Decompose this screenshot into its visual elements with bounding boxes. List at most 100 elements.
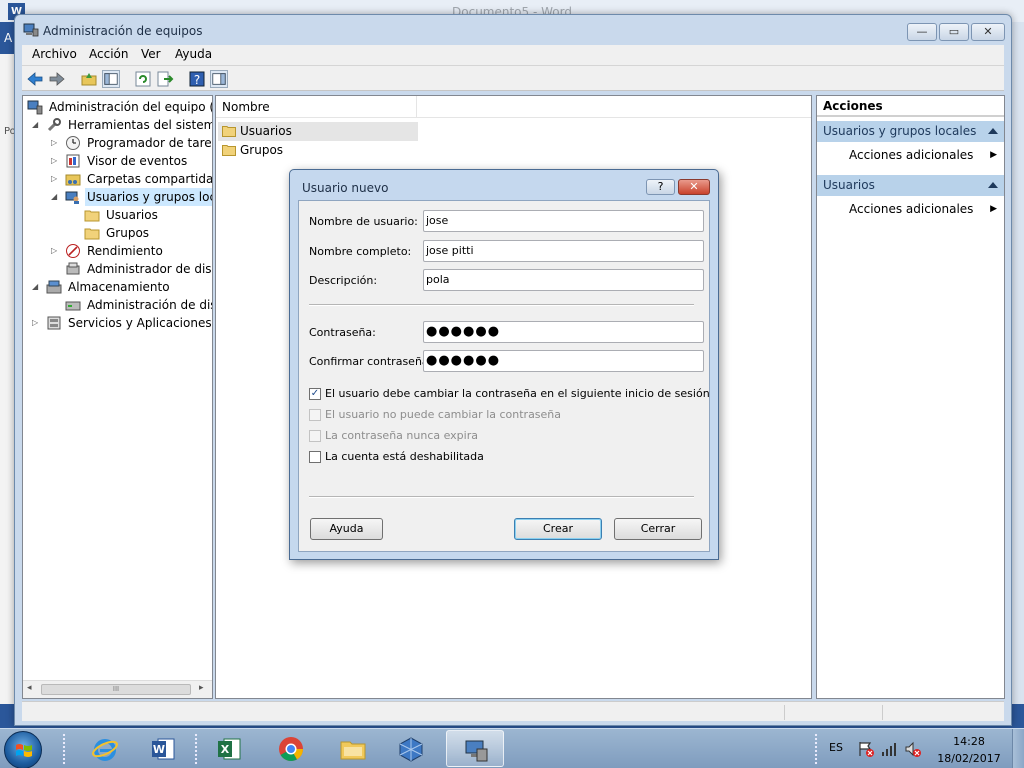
performance-icon xyxy=(66,244,80,258)
help-button[interactable]: Ayuda xyxy=(310,518,383,540)
confirm-password-field[interactable]: ●●●●●● xyxy=(423,350,704,372)
console-tree: Administración del equipo (local) ◢ Herr… xyxy=(22,95,213,699)
collapse-icon[interactable] xyxy=(988,182,998,188)
checkbox-box[interactable] xyxy=(309,409,321,421)
expand-arrow-icon[interactable]: ▷ xyxy=(51,134,57,152)
collapse-arrow-icon[interactable]: ◢ xyxy=(51,188,57,206)
collapse-icon[interactable] xyxy=(988,128,998,134)
checkbox-box[interactable] xyxy=(309,430,321,442)
computer-management-icon xyxy=(27,100,43,115)
collapse-arrow-icon[interactable]: ◢ xyxy=(32,278,38,296)
computer-management-icon xyxy=(23,23,39,37)
svg-text:X: X xyxy=(221,743,230,756)
checkbox-cannot-change-password[interactable]: El usuario no puede cambiar la contraseñ… xyxy=(309,407,569,423)
horizontal-scrollbar[interactable]: ◂ III ▸ xyxy=(23,680,212,698)
dialog-close-button[interactable]: ✕ xyxy=(678,179,710,195)
list-item-label: Grupos xyxy=(240,143,284,157)
checkbox-box[interactable]: ✓ xyxy=(309,388,321,400)
expand-arrow-icon[interactable]: ▷ xyxy=(51,170,57,188)
virtualbox-icon xyxy=(399,737,423,762)
checkbox-password-never-expires[interactable]: La contraseña nunca expira xyxy=(309,428,509,444)
username-field[interactable]: jose xyxy=(423,210,704,232)
taskbar-internet-explorer[interactable] xyxy=(76,730,134,767)
taskbar-grip xyxy=(62,733,66,765)
action-more-actions[interactable]: Acciones adicionales ▶ xyxy=(849,199,999,219)
confirm-password-label: Confirmar contraseña: xyxy=(309,355,433,368)
clock-time[interactable]: 14:28 xyxy=(940,735,998,748)
create-button[interactable]: Crear xyxy=(514,518,602,540)
dialog-help-button[interactable]: ? xyxy=(646,179,675,195)
taskbar-excel[interactable]: X xyxy=(200,730,258,767)
menu-accion[interactable]: Acción xyxy=(89,47,128,61)
actions-group-label: Usuarios y grupos locales xyxy=(823,124,977,138)
checkbox-account-disabled[interactable]: La cuenta está deshabilitada xyxy=(309,449,509,465)
expand-arrow-icon[interactable]: ▷ xyxy=(51,242,57,260)
export-list-icon[interactable] xyxy=(156,70,174,88)
minimize-button[interactable]: — xyxy=(907,23,937,41)
scroll-left-icon[interactable]: ◂ xyxy=(27,683,32,693)
back-arrow-icon[interactable] xyxy=(26,70,44,88)
menu-archivo[interactable]: Archivo xyxy=(32,47,77,61)
taskbar-word[interactable]: W xyxy=(134,730,192,767)
column-header-nombre[interactable]: Nombre xyxy=(216,96,417,118)
password-field[interactable]: ●●●●●● xyxy=(423,321,704,343)
action-label: Acciones adicionales xyxy=(849,202,974,216)
actions-group-users[interactable]: Usuarios xyxy=(817,175,1004,196)
show-desktop-button[interactable] xyxy=(1012,729,1024,768)
tree-label: Grupos xyxy=(106,226,150,240)
word-icon: W xyxy=(152,738,175,760)
volume-muted-icon[interactable] xyxy=(904,740,922,758)
network-signal-icon[interactable] xyxy=(880,740,898,758)
maximize-button[interactable]: ▭ xyxy=(939,23,969,41)
taskbar-grip xyxy=(814,733,818,765)
scroll-right-icon[interactable]: ▸ xyxy=(199,683,204,693)
forward-arrow-icon[interactable] xyxy=(48,70,66,88)
start-button[interactable] xyxy=(4,731,42,768)
tree-label: Carpetas compartidas xyxy=(87,172,213,186)
action-center-flag-icon[interactable] xyxy=(857,740,875,758)
language-indicator[interactable]: ES xyxy=(829,741,843,754)
close-button[interactable]: ✕ xyxy=(971,23,1005,41)
refresh-icon[interactable] xyxy=(134,70,152,88)
description-field[interactable]: pola xyxy=(423,269,704,291)
show-action-pane-icon[interactable] xyxy=(210,70,228,88)
action-more-actions[interactable]: Acciones adicionales ▶ xyxy=(849,145,999,165)
show-hide-tree-icon[interactable] xyxy=(102,70,120,88)
shared-folder-icon xyxy=(65,174,81,186)
close-dialog-button[interactable]: Cerrar xyxy=(614,518,702,540)
menu-ayuda[interactable]: Ayuda xyxy=(175,47,212,61)
actions-pane: Acciones Usuarios y grupos locales Accio… xyxy=(816,95,1005,699)
chrome-icon xyxy=(279,737,303,762)
checkbox-must-change-password[interactable]: ✓ El usuario debe cambiar la contraseña … xyxy=(309,386,710,402)
computer-management-icon xyxy=(465,740,488,762)
taskbar-chrome[interactable] xyxy=(262,730,320,767)
expand-arrow-icon[interactable]: ▷ xyxy=(32,314,38,332)
taskbar-virtualbox[interactable] xyxy=(382,730,440,767)
svg-text:?: ? xyxy=(194,73,200,87)
menu-bar: Archivo Acción Ver Ayuda xyxy=(22,45,1004,65)
help-icon[interactable]: ? xyxy=(188,70,206,88)
menu-ver[interactable]: Ver xyxy=(141,47,161,61)
list-header: Nombre xyxy=(216,96,811,118)
taskbar-grip xyxy=(194,733,198,765)
fullname-field[interactable]: jose pitti xyxy=(423,240,704,262)
folder-icon xyxy=(222,145,236,156)
actions-group-local-users[interactable]: Usuarios y grupos locales xyxy=(817,121,1004,142)
window-titlebar[interactable]: Administración de equipos — ▭ ✕ xyxy=(15,15,1011,45)
tree-label: Rendimiento xyxy=(87,244,163,258)
checkbox-box[interactable] xyxy=(309,451,321,463)
clock-icon xyxy=(66,136,80,150)
collapse-arrow-icon[interactable]: ◢ xyxy=(32,116,38,134)
list-item-usuarios[interactable]: Usuarios xyxy=(218,122,418,141)
folder-icon xyxy=(84,210,100,222)
taskbar-file-explorer[interactable] xyxy=(324,730,382,767)
scroll-thumb[interactable]: III xyxy=(41,684,191,695)
up-folder-icon[interactable] xyxy=(80,70,98,88)
clock-date[interactable]: 18/02/2017 xyxy=(936,752,1002,765)
list-item-grupos[interactable]: Grupos xyxy=(218,141,418,160)
expand-arrow-icon[interactable]: ▷ xyxy=(51,152,57,170)
storage-icon xyxy=(46,280,62,294)
taskbar-computer-management[interactable] xyxy=(446,730,504,767)
separator xyxy=(309,304,694,306)
tools-icon xyxy=(47,118,61,132)
